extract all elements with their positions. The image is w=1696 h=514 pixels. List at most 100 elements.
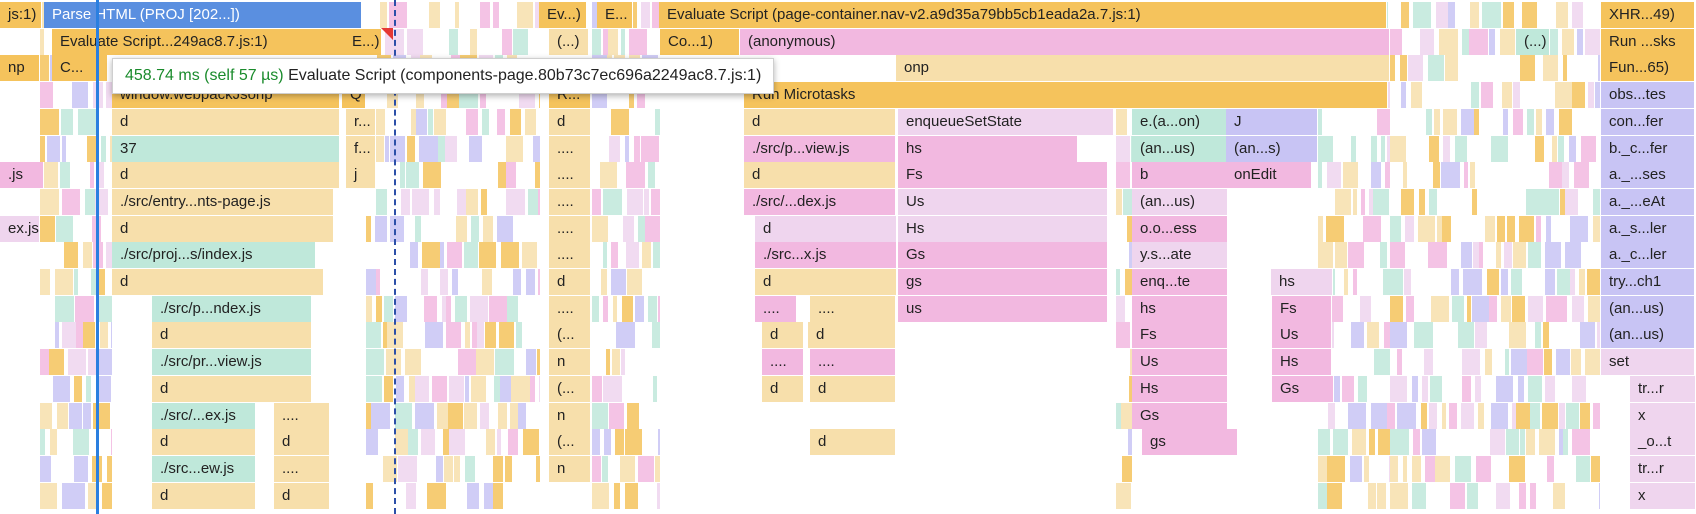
block-dots-2[interactable]: .... (549, 162, 591, 189)
block-fs-1[interactable]: Fs (898, 162, 1108, 189)
block-d-21[interactable]: d (274, 482, 330, 509)
block-dots-3[interactable]: .... (549, 188, 591, 215)
block-enq-te[interactable]: enq...te (1132, 269, 1228, 295)
block-set[interactable]: set (1601, 349, 1695, 376)
block-d-2[interactable]: d (549, 108, 591, 135)
block-a-ses[interactable]: a._...ses (1601, 162, 1695, 189)
block-src-pr-view[interactable]: ./src/pr...view.js (152, 349, 312, 376)
block-paren-2[interactable]: (... (549, 375, 591, 402)
block-fun-65[interactable]: Fun...65) (1601, 55, 1695, 82)
block-gs-3[interactable]: Gs (1272, 375, 1334, 402)
block-dots-8[interactable]: .... (810, 295, 896, 322)
block-dots-12[interactable]: .... (274, 455, 330, 482)
block-np[interactable]: np (0, 55, 40, 82)
block-dots-9[interactable]: .... (762, 349, 804, 376)
block-d-9[interactable]: d (549, 269, 591, 295)
block-x-2[interactable]: x (1630, 482, 1696, 509)
block-con-fer[interactable]: con...fer (1601, 108, 1695, 135)
block-c-trunc[interactable]: C... (52, 55, 108, 82)
block-d-17[interactable]: d (152, 429, 256, 456)
block-d-10[interactable]: d (755, 269, 897, 295)
block-d-1[interactable]: d (112, 108, 340, 135)
block-xhr[interactable]: XHR...49) (1601, 2, 1695, 28)
block-gs-1[interactable]: Gs (898, 242, 1108, 269)
block-d-3[interactable]: d (744, 108, 896, 135)
block-r-trunc-2[interactable]: r... (346, 108, 376, 135)
block-an-us-3[interactable]: (an...us) (1601, 295, 1695, 322)
block-dots-7[interactable]: .... (755, 295, 797, 322)
block-d-16[interactable]: d (810, 375, 896, 402)
block-n-1[interactable]: n (549, 349, 591, 376)
block-d-5[interactable]: d (744, 162, 896, 189)
block-src-dex-1[interactable]: ./src/...dex.js (744, 188, 896, 215)
block-a-s-ler[interactable]: a._s...ler (1601, 215, 1695, 242)
block-us-4[interactable]: Us (1132, 349, 1228, 376)
block-d-13[interactable]: d (808, 322, 896, 349)
block-o-t[interactable]: _o...t (1630, 429, 1696, 456)
block-d-15[interactable]: d (762, 375, 804, 402)
block-hs-6[interactable]: Hs (1132, 375, 1228, 402)
block-src-p-ndex[interactable]: ./src/p...ndex.js (152, 295, 312, 322)
block-enqueuesetstate[interactable]: enqueueSetState (898, 108, 1114, 135)
block-j[interactable]: J (1226, 108, 1318, 135)
block-o-o-ess[interactable]: o.o...ess (1132, 215, 1228, 242)
block-evaluate-script-trunc-1[interactable]: Ev...) (539, 2, 587, 28)
block-s-js[interactable]: .js (0, 162, 44, 189)
block-d-7[interactable]: d (755, 215, 897, 242)
block-n-37[interactable]: 37 (112, 135, 340, 162)
flame-chart[interactable]: js:1) Parse HTML (PROJ [202...]) Ev...) E..… (0, 0, 1696, 514)
block-fs-2[interactable]: Fs (1272, 295, 1332, 322)
block-d-12[interactable]: d (762, 322, 804, 349)
block-d-20[interactable]: d (152, 482, 256, 509)
block-onedit[interactable]: onEdit (1226, 162, 1312, 189)
block-try-ch1[interactable]: try...ch1 (1601, 269, 1695, 295)
block-src-proj-index[interactable]: ./src/proj...s/index.js (112, 242, 316, 269)
block-src-ex-js[interactable]: ./src/...ex.js (152, 402, 256, 429)
block-co-1[interactable]: Co...1) (660, 28, 740, 55)
block-d-4[interactable]: d (112, 162, 340, 189)
block-us-1[interactable]: Us (898, 188, 1108, 215)
block-e-a-on[interactable]: e.(a...on) (1132, 108, 1228, 135)
block-src-x-js[interactable]: ./src...x.js (755, 242, 897, 269)
block-an-us-4[interactable]: (an...us) (1601, 322, 1695, 349)
block-evaluate-script-page-container[interactable]: Evaluate Script (page-container.nav-v2.a… (659, 2, 1387, 28)
block-n-2[interactable]: n (549, 402, 591, 429)
block-hs-3[interactable]: hs (1271, 269, 1333, 295)
block-gs-2[interactable]: gs (898, 269, 1108, 295)
block-n-3[interactable]: n (549, 455, 591, 482)
block-src-ew-js[interactable]: ./src...ew.js (152, 455, 256, 482)
block-us-3[interactable]: Us (1272, 322, 1332, 349)
block-evaluate-script-trunc-2[interactable]: E... (597, 2, 633, 28)
block-anonymous-1[interactable]: (anonymous) (740, 28, 1390, 55)
block-a-c-ler[interactable]: a._c...ler (1601, 242, 1695, 269)
block-b-c-fer[interactable]: b._c...fer (1601, 135, 1695, 162)
block-dots-4[interactable]: .... (549, 215, 591, 242)
block-hs-1[interactable]: hs (898, 135, 1078, 162)
block-paren-3[interactable]: (... (549, 429, 591, 456)
block-gs-5[interactable]: gs (1142, 429, 1238, 456)
block-an-s[interactable]: (an...s) (1226, 135, 1318, 162)
block-dots-1[interactable]: .... (549, 135, 591, 162)
block-ellipsis-paren-2[interactable]: (...) (1516, 28, 1550, 55)
block-paren-1[interactable]: (... (549, 322, 591, 349)
block-hs-4[interactable]: hs (1132, 295, 1228, 322)
block-ellipsis-paren-1[interactable]: (...) (549, 28, 589, 55)
block-src-p-view[interactable]: ./src/p...view.js (744, 135, 896, 162)
block-b[interactable]: b (1132, 162, 1228, 189)
block-d-14[interactable]: d (152, 375, 312, 402)
block-src-entry[interactable]: ./src/entry...nts-page.js (112, 188, 334, 215)
block-an-us-1[interactable]: (an...us) (1132, 135, 1228, 162)
block-tr-r-2[interactable]: tr...r (1630, 455, 1696, 482)
block-js-1[interactable]: js:1) (0, 2, 42, 28)
block-obs-tes[interactable]: obs...tes (1601, 82, 1695, 109)
block-x-1[interactable]: x (1630, 402, 1696, 429)
block-d-11[interactable]: d (152, 322, 312, 349)
block-gs-4[interactable]: Gs (1132, 402, 1228, 429)
block-us-2[interactable]: us (898, 295, 1108, 322)
block-hs-2[interactable]: Hs (898, 215, 1108, 242)
block-f-trunc[interactable]: f... (346, 135, 376, 162)
block-j-small[interactable]: j (346, 162, 376, 189)
block-y-s-ate[interactable]: y.s...ate (1132, 242, 1228, 269)
block-fs-3[interactable]: Fs (1132, 322, 1228, 349)
block-onp[interactable]: onp (896, 55, 1390, 82)
